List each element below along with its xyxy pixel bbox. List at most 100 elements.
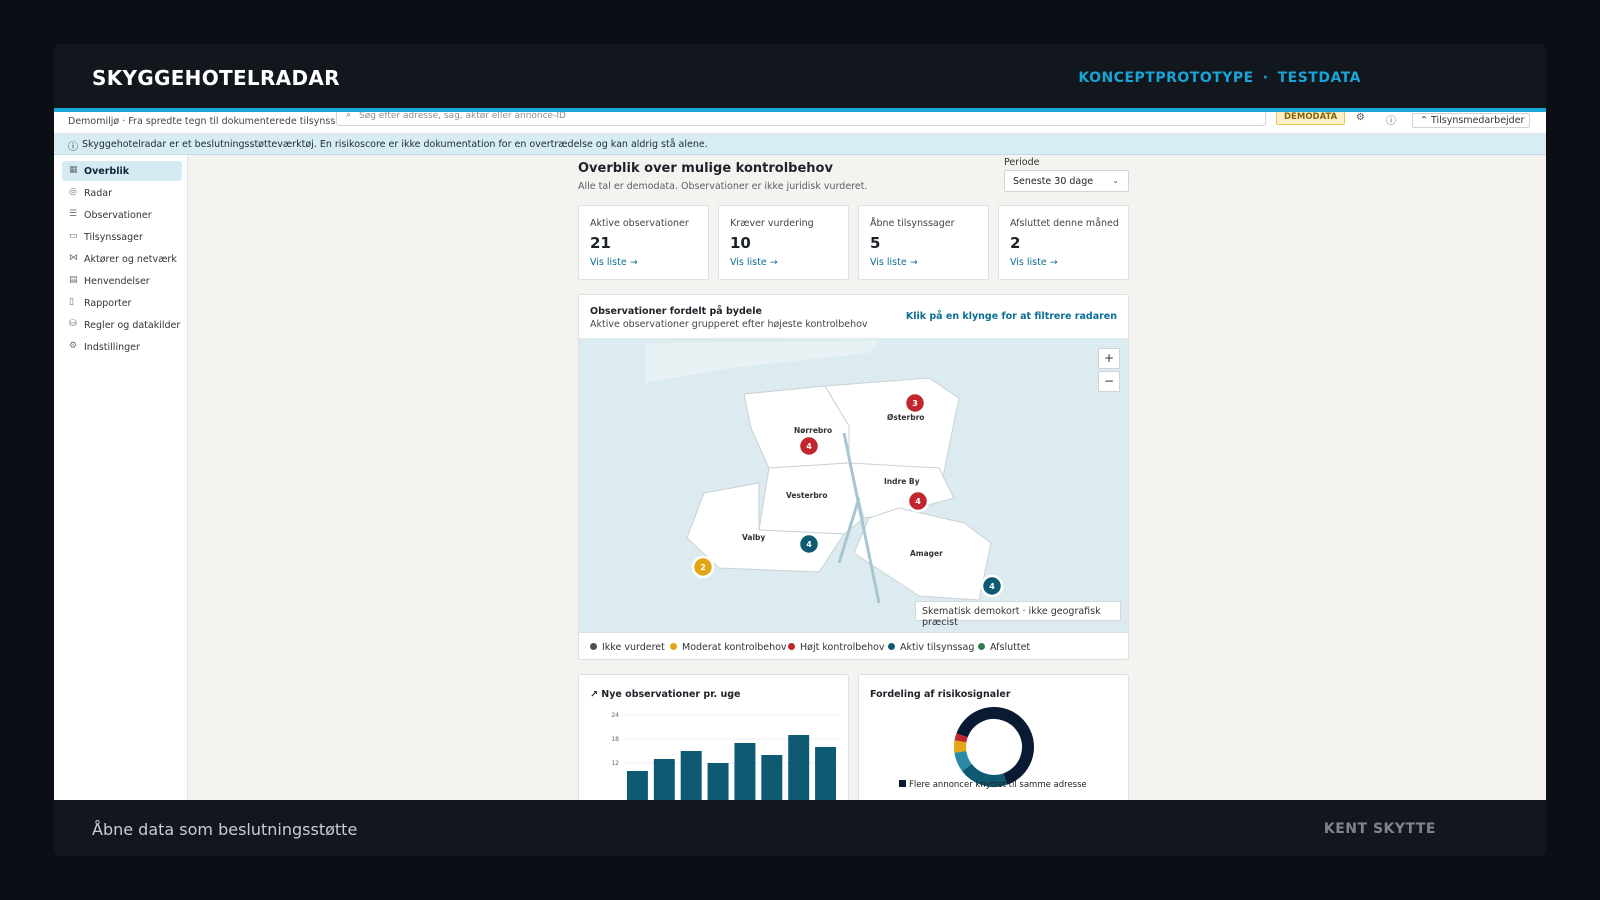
gear-icon: ⚙ <box>69 341 78 351</box>
info-text: Skyggehotelradar er et beslutningsstøtte… <box>82 139 708 150</box>
map-area[interactable]: Nørrebro Østerbro Vesterbro Indre By Val… <box>579 338 1128 632</box>
search-input[interactable]: ⌕ Søg efter adresse, sag, aktør eller an… <box>336 112 1266 126</box>
folder-icon: ▭ <box>69 231 78 241</box>
app-screenshot: Demomiljø · Fra spredte tegn til dokumen… <box>54 112 1546 800</box>
sidebar-item-radar[interactable]: ◎ Radar <box>62 183 182 203</box>
bar <box>653 759 675 800</box>
legend-item: Aktiv tilsynssag <box>888 642 974 653</box>
kpi-link[interactable]: Vis liste → <box>730 257 778 268</box>
kpi-link[interactable]: Vis liste → <box>590 257 638 268</box>
sidebar-item-label: Radar <box>84 188 112 199</box>
user-button[interactable]: ⌃ Tilsynsmedarbejder <box>1412 113 1530 128</box>
sidebar-item-regler[interactable]: ⛁ Regler og datakilder <box>62 315 182 335</box>
legend-item: Højt kontrolbehov <box>788 642 885 653</box>
sidebar-item-rapporter[interactable]: ▯ Rapporter <box>62 293 182 313</box>
kpi-label: Åbne tilsynssager <box>870 218 955 229</box>
district-label: Indre By <box>884 477 920 486</box>
map-subtitle: Aktive observationer grupperet efter høj… <box>590 319 868 330</box>
kpi-value: 5 <box>870 234 881 252</box>
kpi-card-open-cases: Åbne tilsynssager 5 Vis liste → <box>858 205 989 280</box>
help-icon[interactable]: ⓘ <box>1386 112 1396 127</box>
legend-label: Aktiv tilsynssag <box>900 642 975 653</box>
bar <box>707 763 729 800</box>
list-icon: ☰ <box>69 209 78 219</box>
sidebar: ▦ Overblik ◎ Radar ☰ Observationer ▭ Tilsyns… <box>54 155 188 800</box>
bar <box>680 751 702 800</box>
kpi-value: 21 <box>590 234 611 252</box>
legend-label: Moderat kontrolbehov <box>682 642 787 653</box>
cluster-norrebro[interactable]: 4 <box>797 434 821 458</box>
info-banner: ⓘ Skyggehotelradar er et beslutningsstøt… <box>54 134 1546 155</box>
cluster-osterbro[interactable]: 3 <box>903 391 927 415</box>
district-label: Østerbro <box>887 413 924 422</box>
grid-icon: ▦ <box>69 165 78 175</box>
period-select[interactable]: Seneste 30 dage ⌄ <box>1004 170 1129 192</box>
cluster-valby-west[interactable]: 2 <box>691 555 715 579</box>
chevron-down-icon: ⌄ <box>1112 176 1119 185</box>
map-disclaimer: Skematisk demokort · ikke geografisk præ… <box>915 601 1121 628</box>
district-map: Nørrebro Østerbro Vesterbro Indre By Val… <box>645 341 1004 604</box>
bar <box>626 771 648 800</box>
legend-label: Afsluttet <box>990 642 1031 653</box>
sidebar-item-henvendelser[interactable]: ▤ Henvendelser <box>62 271 182 291</box>
district-label: Vesterbro <box>786 491 828 500</box>
sidebar-item-tilsynssager[interactable]: ▭ Tilsynssager <box>62 227 182 247</box>
cluster-count: 2 <box>700 563 706 572</box>
risk-signals-card: Fordeling af risikosignaler Flere annonc… <box>858 674 1129 800</box>
sidebar-item-label: Tilsynssager <box>84 232 143 243</box>
cluster-count: 4 <box>989 582 995 591</box>
y-tick-label: 18 <box>611 736 619 743</box>
tagline-testdata: TESTDATA <box>1277 70 1361 86</box>
search-placeholder: Søg efter adresse, sag, aktør eller anno… <box>359 112 566 121</box>
cluster-indre-by[interactable]: 4 <box>906 489 930 513</box>
zoom-in-button[interactable]: + <box>1098 348 1120 369</box>
weekly-bar-chart: 24 18 12 <box>611 712 839 800</box>
period-value: Seneste 30 dage <box>1013 176 1094 187</box>
kpi-label: Afsluttet denne måned <box>1010 218 1119 229</box>
demodata-badge: DEMODATA <box>1276 112 1346 125</box>
map-filter-hint[interactable]: Klik på en klynge for at filtrere radare… <box>906 311 1117 322</box>
legend-item: Ikke vurderet <box>590 642 665 653</box>
bar <box>815 747 837 800</box>
legend-dot <box>888 643 895 650</box>
sidebar-item-aktorer[interactable]: ⋈ Aktører og netværk <box>62 249 182 269</box>
legend-label: Højt kontrolbehov <box>800 642 885 653</box>
presentation-frame: SKYGGEHOTELRADAR KONCEPTPROTOTYPE · TESTDA… <box>54 44 1546 856</box>
kpi-card-active: Aktive observationer 21 Vis liste → <box>578 205 709 280</box>
weekly-observations-card: ↗ Nye observationer pr. uge 24 18 12 <box>578 674 849 800</box>
cluster-valby[interactable]: 4 <box>797 532 821 556</box>
sidebar-item-indstillinger[interactable]: ⚙ Indstillinger <box>62 337 182 357</box>
legend-item: Afsluttet <box>978 642 1030 653</box>
zoom-out-button[interactable]: − <box>1098 371 1120 392</box>
sidebar-item-overblik[interactable]: ▦ Overblik <box>62 161 182 181</box>
bar <box>734 743 756 800</box>
bar <box>761 755 783 800</box>
cluster-count: 4 <box>915 497 921 506</box>
legend-dot <box>670 643 677 650</box>
kpi-card-closed: Afsluttet denne måned 2 Vis liste → <box>998 205 1129 280</box>
kpi-link[interactable]: Vis liste → <box>870 257 918 268</box>
brand-title: SKYGGEHOTELRADAR <box>92 66 340 90</box>
tagline: KONCEPTPROTOTYPE · TESTDATA <box>1078 70 1361 86</box>
kpi-value: 10 <box>730 234 751 252</box>
inbox-icon: ▤ <box>69 275 78 285</box>
search-icon: ⌕ <box>346 112 352 120</box>
legend-dot <box>788 643 795 650</box>
sidebar-item-label: Henvendelser <box>84 276 150 287</box>
cluster-count: 3 <box>912 399 918 408</box>
legend-item: Moderat kontrolbehov <box>670 642 787 653</box>
kpi-link[interactable]: Vis liste → <box>1010 257 1058 268</box>
footer-author: KENT SKYTTE <box>1323 821 1436 837</box>
y-tick-label: 12 <box>611 760 619 767</box>
sidebar-item-observationer[interactable]: ☰ Observationer <box>62 205 182 225</box>
kpi-label: Aktive observationer <box>590 218 689 229</box>
sidebar-item-label: Rapporter <box>84 298 132 309</box>
app-topbar: Demomiljø · Fra spredte tegn til dokumen… <box>54 112 1546 134</box>
district-label: Amager <box>910 549 943 558</box>
radar-icon: ◎ <box>69 187 77 197</box>
risk-legend-item: Flere annoncer knyttet til samme adresse <box>899 780 1087 790</box>
environment-text: Demomiljø · Fra spredte tegn til dokumen… <box>68 116 357 127</box>
cluster-amager[interactable]: 4 <box>980 574 1004 598</box>
gear-icon[interactable]: ⚙ <box>1356 112 1365 123</box>
page-title: Overblik over mulige kontrolbehov <box>578 161 833 176</box>
